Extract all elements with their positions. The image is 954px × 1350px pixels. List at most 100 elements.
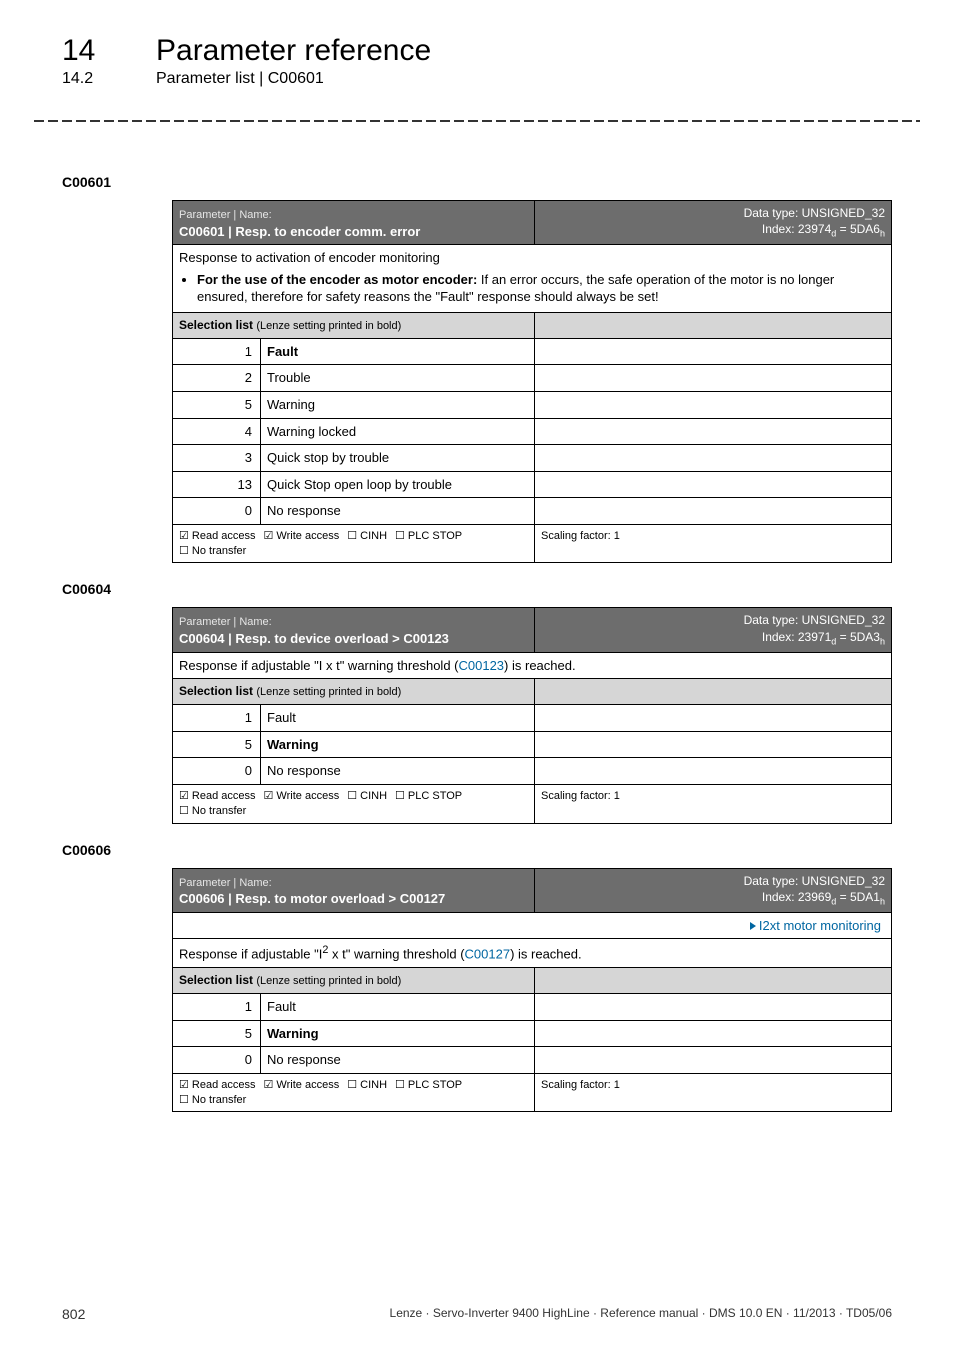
access-check: ☐ No transfer	[179, 1093, 246, 1108]
access-check: ☑ Write access	[264, 789, 340, 804]
scaling-factor: Scaling factor: 1	[535, 1073, 892, 1112]
section-number: 14.2	[62, 70, 118, 88]
access-checks: ☑ Read access☑ Write access☐ CINH☐ PLC S…	[173, 784, 535, 823]
selection-blank	[535, 731, 892, 758]
param-table-c00604: Parameter | Name: C00604 | Resp. to devi…	[172, 607, 892, 823]
param-name-cell: Parameter | Name: C00601 | Resp. to enco…	[173, 201, 535, 245]
param-anchor-c00601: C00601	[62, 174, 894, 190]
page-footer: 802 Lenze · Servo-Inverter 9400 HighLine…	[62, 1306, 892, 1322]
access-check: ☐ CINH	[347, 529, 387, 544]
access-check: ☑ Read access	[179, 529, 256, 544]
selection-row: 0No response	[173, 758, 892, 785]
chapter-number: 14	[62, 34, 118, 68]
section-line: 14.2 Parameter list | C00601	[62, 70, 954, 88]
param-index-mid: = 5DA6	[836, 222, 880, 236]
access-check: ☐ CINH	[347, 1078, 387, 1093]
selection-row: 5Warning	[173, 731, 892, 758]
param-top-link-row: I2xt motor monitoring	[173, 912, 892, 939]
table-header-row: Parameter | Name: C00604 | Resp. to devi…	[173, 608, 892, 652]
selection-key: 0	[173, 758, 261, 785]
selection-blank	[535, 705, 892, 732]
selection-list-header-row: Selection list (Lenze setting printed in…	[173, 313, 892, 339]
param-anchor-c00606: C00606	[62, 842, 894, 858]
access-check: ☐ PLC STOP	[395, 1078, 462, 1093]
link-i2xt-motor-monitoring[interactable]: I2xt motor monitoring	[759, 918, 881, 933]
param-description-bullet: For the use of the encoder as motor enco…	[197, 271, 885, 306]
selection-row: 4Warning locked	[173, 418, 892, 445]
selection-key: 4	[173, 418, 261, 445]
selection-list-header-row: Selection list (Lenze setting printed in…	[173, 679, 892, 705]
selection-blank	[535, 1047, 892, 1074]
selection-list-label: Selection list	[179, 684, 256, 698]
param-name-label: Parameter | Name:	[179, 209, 272, 221]
selection-value: Fault	[261, 705, 535, 732]
scaling-factor: Scaling factor: 1	[535, 524, 892, 563]
param-index-mid: = 5DA1	[836, 890, 880, 904]
selection-value: Warning	[261, 391, 535, 418]
param-index: Index: 23971d = 5DA3h	[762, 630, 885, 644]
selection-row: 3Quick stop by trouble	[173, 445, 892, 472]
selection-row: 5Warning	[173, 1020, 892, 1047]
param-datatype-cell: Data type: UNSIGNED_32 Index: 23969d = 5…	[535, 868, 892, 912]
selection-row: 2Trouble	[173, 365, 892, 392]
selection-list-label: Selection list	[179, 973, 256, 987]
selection-value: Warning	[261, 1020, 535, 1047]
selection-row: 5Warning	[173, 391, 892, 418]
param-index-prefix: Index: 23969	[762, 890, 831, 904]
param-index-mid: = 5DA3	[836, 630, 880, 644]
section-title: Parameter list | C00601	[156, 70, 324, 88]
selection-blank	[535, 338, 892, 365]
param-description-row: Response if adjustable "I2 x t" warning …	[173, 939, 892, 968]
link-c00127[interactable]: C00127	[465, 947, 511, 962]
param-index-prefix: Index: 23974	[762, 222, 831, 236]
access-check: ☐ PLC STOP	[395, 529, 462, 544]
param-description: Response if adjustable "I x t" warning t…	[173, 652, 892, 679]
param-index-prefix: Index: 23971	[762, 630, 831, 644]
selection-blank	[535, 758, 892, 785]
table-footer-row: ☑ Read access☑ Write access☐ CINH☐ PLC S…	[173, 1073, 892, 1112]
selection-list-header: Selection list (Lenze setting printed in…	[173, 679, 535, 705]
chapter-title: Parameter reference	[156, 34, 431, 68]
param-index: Index: 23974d = 5DA6h	[762, 222, 885, 236]
parameter-area: C00601 Parameter | Name: C00601 | Resp. …	[0, 126, 954, 1112]
param-description-before: Response if adjustable "I	[179, 947, 322, 962]
selection-value: No response	[261, 498, 535, 525]
table-header-row: Parameter | Name: C00601 | Resp. to enco…	[173, 201, 892, 245]
param-name-value: C00601 | Resp. to encoder comm. error	[179, 224, 420, 239]
table-footer-row: ☑ Read access☑ Write access☐ CINH☐ PLC S…	[173, 784, 892, 823]
selection-value: Trouble	[261, 365, 535, 392]
param-name-cell: Parameter | Name: C00604 | Resp. to devi…	[173, 608, 535, 652]
selection-list-header-blank	[535, 679, 892, 705]
selection-list-header: Selection list (Lenze setting printed in…	[173, 968, 535, 994]
selection-blank	[535, 365, 892, 392]
param-datatype: Data type: UNSIGNED_32	[744, 613, 885, 627]
param-name-label: Parameter | Name:	[179, 616, 272, 628]
selection-row: 1Fault	[173, 338, 892, 365]
param-top-link-cell: I2xt motor monitoring	[173, 912, 892, 939]
separator-dashes	[34, 116, 920, 126]
scaling-factor: Scaling factor: 1	[535, 784, 892, 823]
access-check: ☑ Write access	[264, 1078, 340, 1093]
selection-row: 1Fault	[173, 705, 892, 732]
subscript-h: h	[880, 896, 885, 906]
param-description-text: Response to activation of encoder monito…	[179, 250, 440, 265]
access-check: ☐ PLC STOP	[395, 789, 462, 804]
param-name-cell: Parameter | Name: C00606 | Resp. to moto…	[173, 868, 535, 912]
param-description-before: Response if adjustable "I x t" warning t…	[179, 658, 459, 673]
table-header-row: Parameter | Name: C00606 | Resp. to moto…	[173, 868, 892, 912]
param-description: Response if adjustable "I2 x t" warning …	[173, 939, 892, 968]
param-description-mid: x t" warning threshold (	[328, 947, 464, 962]
selection-list-label: Selection list	[179, 318, 256, 332]
selection-key: 5	[173, 391, 261, 418]
selection-value: Quick Stop open loop by trouble	[261, 471, 535, 498]
subscript-h: h	[880, 636, 885, 646]
selection-key: 3	[173, 445, 261, 472]
access-check: ☐ No transfer	[179, 544, 246, 559]
param-description-bullet-strong: For the use of the encoder as motor enco…	[197, 272, 477, 287]
selection-blank	[535, 445, 892, 472]
selection-value: No response	[261, 1047, 535, 1074]
subscript-h: h	[880, 229, 885, 239]
access-check: ☑ Write access	[264, 529, 340, 544]
link-c00123[interactable]: C00123	[459, 658, 505, 673]
param-anchor-c00604: C00604	[62, 581, 894, 597]
